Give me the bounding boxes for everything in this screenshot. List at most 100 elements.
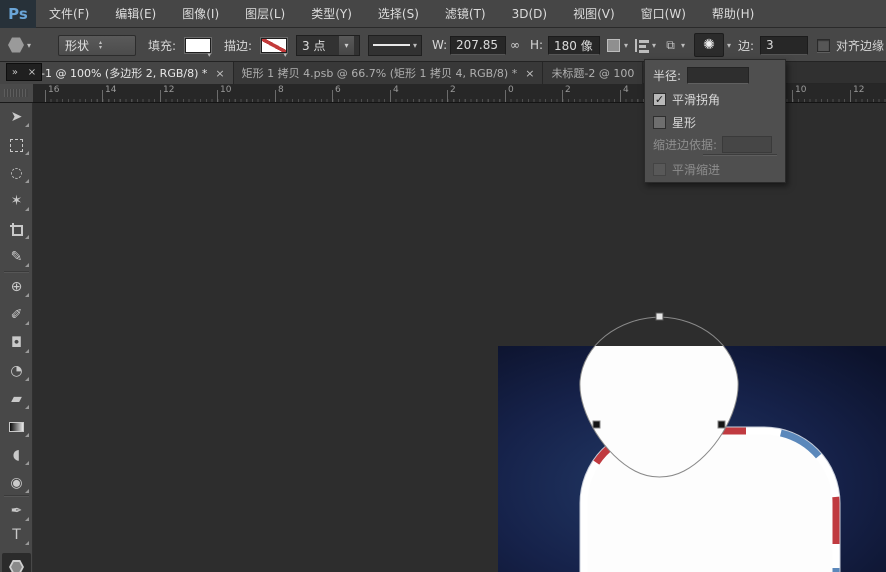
chevron-down-icon: ▾ <box>339 35 354 55</box>
crop-icon <box>10 222 23 236</box>
star-checkbox[interactable] <box>653 116 666 129</box>
marquee-tool[interactable] <box>2 132 31 158</box>
menu-image[interactable]: 图像(I) <box>169 0 232 28</box>
path-arrangement-button[interactable]: ⧉ ▾ <box>663 28 685 62</box>
tool-mode-value: 形状 <box>65 38 90 53</box>
menu-type[interactable]: 类型(Y) <box>298 0 365 28</box>
menu-layer[interactable]: 图层(L) <box>232 0 298 28</box>
close-icon[interactable]: × <box>525 67 534 80</box>
close-icon[interactable]: × <box>28 67 36 78</box>
menu-3d[interactable]: 3D(D) <box>499 0 560 28</box>
tool-mode-select[interactable]: 形状 ▴ ▾ <box>58 28 136 62</box>
fill-label: 填充: <box>148 38 177 53</box>
smooth-corners-label: 平滑拐角 <box>672 93 721 107</box>
smudge-tool[interactable]: ◖ <box>2 442 31 468</box>
clone-stamp-tool[interactable]: ◘ <box>2 330 31 356</box>
brush-tool[interactable]: ✐ <box>2 302 31 328</box>
chevron-down-icon: ▾ <box>652 40 657 50</box>
sides-value[interactable]: 3 <box>760 35 808 55</box>
stroke-style-select[interactable]: ▾ <box>368 28 422 62</box>
chevron-down-icon: ▾ <box>727 40 732 50</box>
radius-input[interactable] <box>687 67 750 84</box>
width-field[interactable]: 207.85 <box>450 28 506 62</box>
polygon-icon <box>9 559 24 572</box>
spinner-arrows-icon: ▴ ▾ <box>99 39 103 51</box>
chevron-down-icon: ▾ <box>681 40 686 50</box>
path-operations-button[interactable]: ▾ <box>606 28 628 62</box>
anchor-point-right[interactable] <box>717 420 726 429</box>
divider <box>4 271 29 272</box>
lasso-tool[interactable]: ◌ <box>2 160 31 186</box>
align-edges-checkbox[interactable] <box>817 28 830 62</box>
smooth-corners-row[interactable]: ✓ 平滑拐角 <box>653 91 720 108</box>
indent-row: 缩进边依据: <box>653 136 773 153</box>
collapse-panel-icon[interactable]: » <box>12 67 18 78</box>
tab-untitled-2[interactable]: 未标题-2 @ 100 <box>543 62 644 84</box>
anchor-point-top[interactable] <box>655 312 664 321</box>
history-brush-tool[interactable]: ◔ <box>2 358 31 384</box>
menu-view[interactable]: 视图(V) <box>560 0 628 28</box>
move-tool[interactable]: ➤ <box>2 104 31 130</box>
panel-collapse-overlay[interactable]: » × <box>6 63 42 81</box>
menu-select[interactable]: 选择(S) <box>365 0 432 28</box>
close-icon[interactable]: × <box>215 67 224 80</box>
star-row[interactable]: 星形 <box>653 114 696 131</box>
stroke-width-value: 3 点 <box>302 38 326 53</box>
indent-label: 缩进边依据: <box>653 138 718 152</box>
polygon-tool-icon <box>8 37 24 53</box>
dodge-tool[interactable]: ◉ <box>2 470 31 496</box>
menu-edit[interactable]: 编辑(E) <box>102 0 169 28</box>
stroke-color-none: ▾ <box>261 37 287 59</box>
divider <box>4 495 29 496</box>
width-value[interactable]: 207.85 <box>450 35 506 55</box>
path-alignment-icon <box>634 38 649 53</box>
path-alignment-button[interactable]: ▾ <box>634 28 656 62</box>
pen-tool[interactable]: ✒ <box>2 498 31 524</box>
marquee-icon <box>10 138 23 152</box>
tool-preset-button[interactable]: ▾ <box>8 28 31 62</box>
menu-help[interactable]: 帮助(H) <box>699 0 767 28</box>
tools-panel: ➤ ◌ ✶ ✎ ⊕ ✐ ◘ ◔ ▰ ◖ ◉ ✒ T ► <box>0 103 33 572</box>
height-value[interactable]: 180 像 <box>548 35 600 55</box>
stroke-swatch[interactable]: ▾ <box>261 28 287 62</box>
eyedropper-tool[interactable]: ✎ <box>2 244 31 270</box>
polygon-options-popup: 半径: ✓ 平滑拐角 星形 缩进边依据: 平滑缩进 <box>644 59 786 183</box>
photoshop-logo: Ps <box>0 0 36 28</box>
polygon-shape-tool[interactable] <box>2 553 31 572</box>
stroke-label: 描边: <box>224 38 253 53</box>
smooth-indent-label: 平滑缩进 <box>672 163 721 177</box>
menu-window[interactable]: 窗口(W) <box>628 0 699 28</box>
divider <box>703 154 777 155</box>
magic-wand-tool[interactable]: ✶ <box>2 188 31 214</box>
link-dimensions-icon[interactable]: ∞ <box>510 28 520 62</box>
sides-field[interactable]: 3 <box>760 28 808 62</box>
tab-label: 矩形 1 拷贝 4.psb @ 66.7% (矩形 1 拷贝 4, RGB/8)… <box>241 67 518 80</box>
radius-label: 半径: <box>653 69 682 83</box>
eraser-tool[interactable]: ▰ <box>2 386 31 412</box>
smooth-corners-checkbox[interactable]: ✓ <box>653 93 666 106</box>
width-label: W: <box>432 38 448 52</box>
smooth-indent-row: 平滑缩进 <box>653 161 720 178</box>
crop-tool[interactable] <box>2 216 31 242</box>
gradient-icon <box>9 422 24 432</box>
chevron-down-icon: ▾ <box>27 40 32 50</box>
path-operations-icon <box>606 38 621 53</box>
menu-file[interactable]: 文件(F) <box>36 0 102 28</box>
toolbar-grabber[interactable] <box>0 84 33 103</box>
shape-settings-button[interactable]: ✺ ▾ <box>694 28 731 62</box>
healing-brush-tool[interactable]: ⊕ <box>2 274 31 300</box>
radius-row: 半径: <box>653 67 750 84</box>
height-field[interactable]: 180 像 <box>548 28 600 62</box>
menu-bar: Ps 文件(F) 编辑(E) 图像(I) 图层(L) 类型(Y) 选择(S) 滤… <box>0 0 886 28</box>
stroke-width-select[interactable]: 3 点 ▾ <box>296 28 360 62</box>
chevron-down-icon: ▾ <box>624 40 629 50</box>
indent-input <box>722 136 773 153</box>
smooth-indent-checkbox <box>653 163 666 176</box>
anchor-point-left[interactable] <box>592 420 601 429</box>
gradient-tool[interactable] <box>2 414 31 440</box>
tab-rect-copy-4[interactable]: 矩形 1 拷贝 4.psb @ 66.7% (矩形 1 拷贝 4, RGB/8)… <box>233 62 544 84</box>
sides-label: 边: <box>738 38 755 53</box>
fill-swatch[interactable]: ▾ <box>185 28 211 62</box>
solid-line-icon <box>373 44 410 46</box>
menu-filter[interactable]: 滤镜(T) <box>432 0 499 28</box>
